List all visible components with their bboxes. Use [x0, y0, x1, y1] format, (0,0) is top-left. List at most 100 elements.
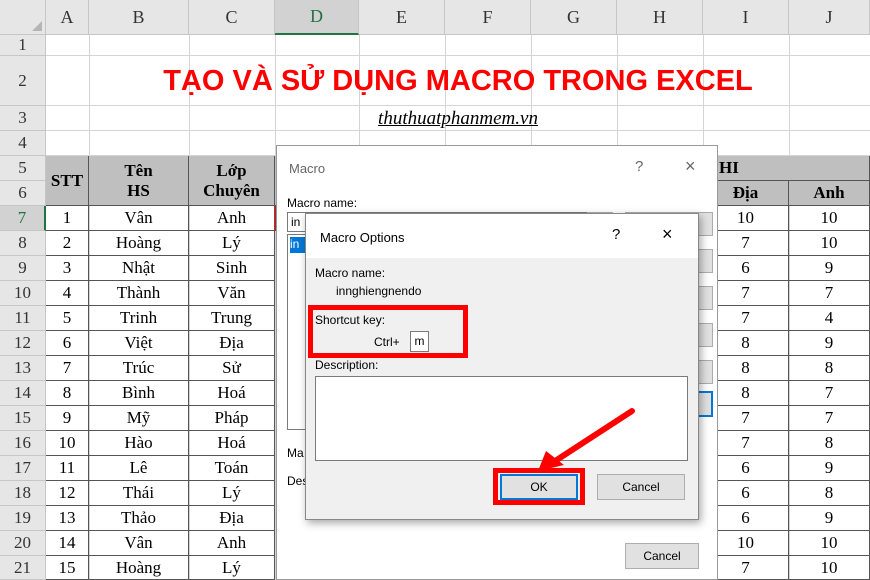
- row-header-9[interactable]: 9: [0, 256, 46, 281]
- row-header-13[interactable]: 13: [0, 356, 46, 381]
- row-header-14[interactable]: 14: [0, 381, 46, 406]
- cell-stt[interactable]: 10: [46, 431, 89, 456]
- row-header-1[interactable]: 1: [0, 35, 46, 56]
- cell-stt[interactable]: 6: [46, 331, 89, 356]
- cell-stt[interactable]: 15: [46, 556, 89, 580]
- column-header-j[interactable]: J: [789, 0, 870, 35]
- cell-stt[interactable]: 12: [46, 481, 89, 506]
- cell-lop[interactable]: Sử: [189, 356, 275, 381]
- cell-lop[interactable]: Trung: [189, 306, 275, 331]
- cell-anh[interactable]: 10: [789, 531, 870, 556]
- row-header-18[interactable]: 18: [0, 481, 46, 506]
- cell-ten[interactable]: Vân: [89, 206, 189, 231]
- cell-ten[interactable]: Hoàng: [89, 231, 189, 256]
- spreadsheet[interactable]: A B C D E F G H I J 1 2 3 4 5 6 7 8 9 10…: [0, 0, 870, 580]
- cell-stt[interactable]: 9: [46, 406, 89, 431]
- cell-anh[interactable]: 9: [789, 506, 870, 531]
- row-header-10[interactable]: 10: [0, 281, 46, 306]
- row-header-6[interactable]: 6: [0, 181, 46, 206]
- cell-anh[interactable]: 10: [789, 206, 870, 231]
- cell-lop[interactable]: Văn: [189, 281, 275, 306]
- cell-ten[interactable]: Thành: [89, 281, 189, 306]
- column-header-i[interactable]: I: [703, 0, 789, 35]
- cell-anh[interactable]: 7: [789, 406, 870, 431]
- row-header-5[interactable]: 5: [0, 156, 46, 181]
- row-header-19[interactable]: 19: [0, 506, 46, 531]
- cell-ten[interactable]: Trinh: [89, 306, 189, 331]
- cell-lop[interactable]: Hoá: [189, 381, 275, 406]
- cell-lop[interactable]: Anh: [189, 531, 275, 556]
- cancel-button[interactable]: Cancel: [597, 474, 685, 500]
- cell-ten[interactable]: Hào: [89, 431, 189, 456]
- cell-stt[interactable]: 8: [46, 381, 89, 406]
- header-ten-hs[interactable]: Tên HS: [89, 156, 189, 206]
- row-header-11[interactable]: 11: [0, 306, 46, 331]
- row-header-20[interactable]: 20: [0, 531, 46, 556]
- macro-close-button[interactable]: ×: [685, 156, 696, 177]
- cell-stt[interactable]: 13: [46, 506, 89, 531]
- cell-lop[interactable]: Toán: [189, 456, 275, 481]
- options-close-button[interactable]: ×: [662, 224, 673, 245]
- column-header-g[interactable]: G: [531, 0, 617, 35]
- macro-cancel-button[interactable]: Cancel: [625, 543, 699, 569]
- cell-lop[interactable]: Hoá: [189, 431, 275, 456]
- cell-ten[interactable]: Trúc: [89, 356, 189, 381]
- cell-anh[interactable]: 8: [789, 356, 870, 381]
- cell-ten[interactable]: Bình: [89, 381, 189, 406]
- header-thi[interactable]: HI: [703, 156, 870, 181]
- header-stt[interactable]: STT: [46, 156, 89, 206]
- cell-stt[interactable]: 7: [46, 356, 89, 381]
- cell-ten[interactable]: Nhật: [89, 256, 189, 281]
- cell-anh[interactable]: 9: [789, 456, 870, 481]
- column-header-e[interactable]: E: [359, 0, 445, 35]
- cell-lop[interactable]: Địa: [189, 506, 275, 531]
- header-lop-chuyen[interactable]: Lớp Chuyên: [189, 156, 275, 206]
- cell-stt[interactable]: 3: [46, 256, 89, 281]
- cell-ten[interactable]: Mỹ: [89, 406, 189, 431]
- options-help-button[interactable]: ?: [612, 226, 620, 243]
- cell-ten[interactable]: Thảo: [89, 506, 189, 531]
- cell-lop[interactable]: Pháp: [189, 406, 275, 431]
- cell-anh[interactable]: 9: [789, 256, 870, 281]
- cell-stt[interactable]: 5: [46, 306, 89, 331]
- row-header-4[interactable]: 4: [0, 131, 46, 156]
- row-header-7[interactable]: 7: [0, 206, 46, 231]
- cell-ten[interactable]: Việt: [89, 331, 189, 356]
- cell-ten[interactable]: Vân: [89, 531, 189, 556]
- cell-stt[interactable]: 11: [46, 456, 89, 481]
- cell-anh[interactable]: 4: [789, 306, 870, 331]
- cell-stt[interactable]: 2: [46, 231, 89, 256]
- cell-anh[interactable]: 8: [789, 431, 870, 456]
- cell-stt[interactable]: 1: [46, 206, 89, 231]
- cell-lop[interactable]: Sinh: [189, 256, 275, 281]
- cell-lop[interactable]: Anh: [189, 206, 275, 231]
- cell-anh[interactable]: 10: [789, 231, 870, 256]
- cell-ten[interactable]: Lê: [89, 456, 189, 481]
- row-header-17[interactable]: 17: [0, 456, 46, 481]
- column-header-h[interactable]: H: [617, 0, 703, 35]
- cell-ten[interactable]: Thái: [89, 481, 189, 506]
- column-header-c[interactable]: C: [189, 0, 275, 35]
- cell-anh[interactable]: 7: [789, 381, 870, 406]
- column-header-d[interactable]: D: [275, 0, 359, 35]
- cell-anh[interactable]: 10: [789, 556, 870, 580]
- cell-anh[interactable]: 8: [789, 481, 870, 506]
- cell-stt[interactable]: 4: [46, 281, 89, 306]
- macro-help-button[interactable]: ?: [635, 158, 643, 175]
- cell-lop[interactable]: Lý: [189, 481, 275, 506]
- cell-anh[interactable]: 9: [789, 331, 870, 356]
- column-header-f[interactable]: F: [445, 0, 531, 35]
- row-header-12[interactable]: 12: [0, 331, 46, 356]
- cell-ten[interactable]: Hoàng: [89, 556, 189, 580]
- column-header-a[interactable]: A: [46, 0, 89, 35]
- cell-stt[interactable]: 14: [46, 531, 89, 556]
- row-header-3[interactable]: 3: [0, 106, 46, 131]
- select-all-corner[interactable]: [0, 0, 46, 35]
- macro-list-item-selected[interactable]: in: [290, 237, 306, 253]
- cell-lop[interactable]: Địa: [189, 331, 275, 356]
- cell-lop[interactable]: Lý: [189, 556, 275, 580]
- header-anh[interactable]: Anh: [789, 181, 870, 206]
- cell-lop[interactable]: Lý: [189, 231, 275, 256]
- row-header-16[interactable]: 16: [0, 431, 46, 456]
- row-header-15[interactable]: 15: [0, 406, 46, 431]
